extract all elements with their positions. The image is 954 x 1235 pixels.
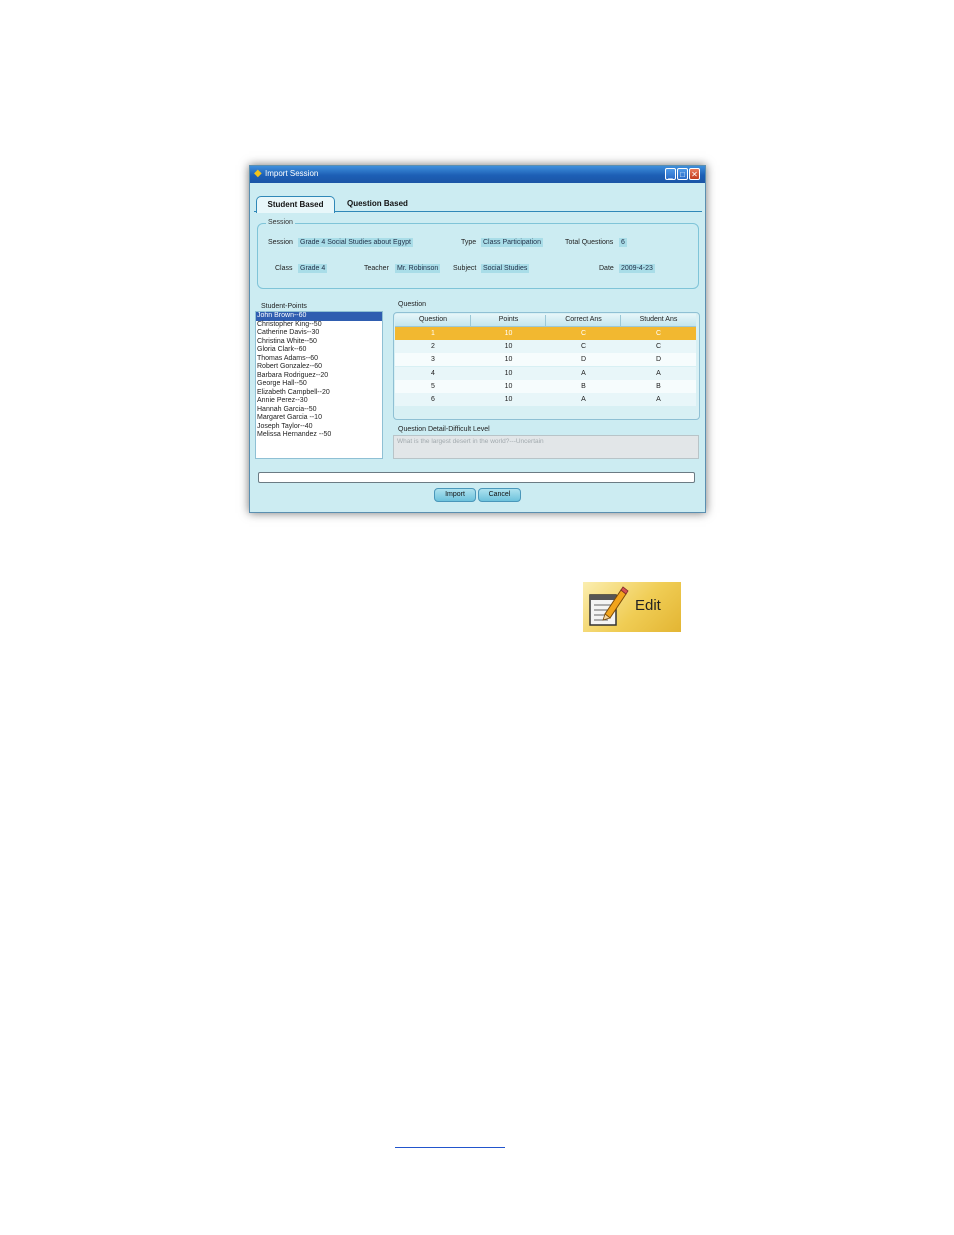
cell-points: 10 <box>504 369 513 377</box>
cell-points: 10 <box>504 330 513 337</box>
cell-question: 5 <box>431 382 435 390</box>
cell-correct-ans: A <box>581 396 586 403</box>
question-detail-legend: Question Detail-Difficult Level <box>398 426 490 433</box>
cell-question: 6 <box>431 396 435 403</box>
cell-points: 10 <box>504 343 513 351</box>
notepad-pencil-icon <box>589 586 629 626</box>
student-points-list[interactable]: John Brown--60 Christopher King--50 Cather… <box>255 311 383 459</box>
total-questions-value: 6 <box>619 238 627 247</box>
student-list-item[interactable]: Melissa Hernandez --50 <box>256 431 382 440</box>
cancel-button[interactable]: Cancel <box>478 488 521 502</box>
student-points-legend: Student-Points <box>261 303 307 310</box>
question-legend: Question <box>398 301 427 308</box>
question-row[interactable]: 6 10 A A <box>395 393 696 406</box>
question-row[interactable]: 2 10 C C <box>395 340 696 354</box>
window-title: Import Session <box>265 169 319 178</box>
student-list-item[interactable]: Barbara Rodriguez--20 <box>256 372 382 381</box>
student-list-item[interactable]: John Brown--60 <box>256 312 382 321</box>
class-label: Class <box>275 265 293 272</box>
question-row[interactable]: 5 10 B B <box>395 379 696 393</box>
cell-student-ans: C <box>655 330 662 337</box>
import-progress-bar <box>258 472 695 483</box>
cell-points: 10 <box>504 382 513 390</box>
question-detail-box: What is the largest desert in the world?… <box>393 435 699 459</box>
date-label: Date <box>599 265 614 272</box>
minimize-icon[interactable]: _ <box>665 168 676 180</box>
session-legend: Session <box>266 218 295 228</box>
student-list-item[interactable]: George Hall--50 <box>256 380 382 389</box>
column-separator <box>620 315 621 326</box>
cell-correct-ans: C <box>580 343 587 351</box>
cell-question: 2 <box>431 343 435 351</box>
question-row[interactable]: 3 10 D D <box>395 353 696 367</box>
title-bar[interactable]: ◆ Import Session _ □ ✕ <box>250 166 705 183</box>
column-header-points[interactable]: Points <box>471 314 546 326</box>
student-list-item[interactable]: Christopher King--50 <box>256 321 382 330</box>
date-value: 2009-4-23 <box>619 264 655 273</box>
student-list-item[interactable]: Gloria Clark--60 <box>256 346 382 355</box>
subject-label: Subject <box>453 265 477 272</box>
cell-correct-ans: A <box>581 369 586 377</box>
cell-student-ans: D <box>655 356 662 364</box>
class-value: Grade 4 <box>298 264 328 273</box>
student-list-item[interactable]: Annie Perez--30 <box>256 397 382 406</box>
type-value: Class Participation <box>481 238 543 247</box>
student-list-item[interactable]: Catherine Davis--30 <box>256 329 382 338</box>
student-list-item[interactable]: Robert Gonzalez--60 <box>256 363 382 372</box>
subject-value: Social Studies <box>481 264 530 273</box>
tab-question-based[interactable]: Question Based <box>347 196 408 212</box>
cell-question: 4 <box>431 369 435 377</box>
cell-points: 10 <box>504 356 513 364</box>
column-separator <box>470 315 471 326</box>
student-list-item[interactable]: Thomas Adams--60 <box>256 355 382 364</box>
session-group <box>257 223 699 289</box>
edit-button[interactable]: Edit <box>583 582 681 632</box>
question-detail-text: What is the largest desert in the world?… <box>397 438 544 445</box>
tab-student-based[interactable]: Student Based <box>256 196 335 213</box>
session-label: Session <box>268 239 293 246</box>
type-label: Type <box>461 239 477 246</box>
cell-question: 3 <box>431 356 435 364</box>
cell-student-ans: A <box>656 369 661 377</box>
app-icon: ◆ <box>254 168 262 179</box>
cell-question: 1 <box>431 330 435 337</box>
maximize-icon[interactable]: □ <box>677 168 688 180</box>
column-header-question[interactable]: Question <box>395 314 471 326</box>
student-list-item[interactable]: Hannah Garcia--50 <box>256 406 382 415</box>
question-row[interactable]: 4 10 A A <box>395 366 696 380</box>
teacher-label: Teacher <box>364 265 389 272</box>
close-icon[interactable]: ✕ <box>689 168 700 180</box>
student-list-item[interactable]: Christina White--50 <box>256 338 382 347</box>
column-separator <box>545 315 546 326</box>
student-list-item[interactable]: Elizabeth Campbell--20 <box>256 389 382 398</box>
session-value: Grade 4 Social Studies about Egypt <box>298 238 413 247</box>
column-header-correct-ans[interactable]: Correct Ans <box>546 314 621 326</box>
edit-label: Edit <box>635 597 661 614</box>
import-button[interactable]: Import <box>434 488 476 502</box>
question-row[interactable]: 1 10 C C <box>395 327 696 340</box>
import-session-window: ◆ Import Session _ □ ✕ Student Based Que… <box>249 165 706 513</box>
cell-student-ans: A <box>656 396 661 403</box>
student-list-item[interactable]: Margaret Garcia --10 <box>256 414 382 423</box>
cell-correct-ans: D <box>580 356 587 364</box>
teacher-value: Mr. Robinson <box>395 264 441 273</box>
student-list-item[interactable]: Joseph Taylor--40 <box>256 423 382 432</box>
cell-points: 10 <box>504 396 513 403</box>
cell-correct-ans: B <box>581 382 586 390</box>
cell-student-ans: C <box>655 343 662 351</box>
cell-student-ans: B <box>656 382 661 390</box>
hyperlink-underline[interactable] <box>395 1147 505 1148</box>
column-header-student-ans[interactable]: Student Ans <box>621 314 696 326</box>
cell-correct-ans: C <box>580 330 587 337</box>
total-questions-label: Total Questions <box>565 239 614 246</box>
